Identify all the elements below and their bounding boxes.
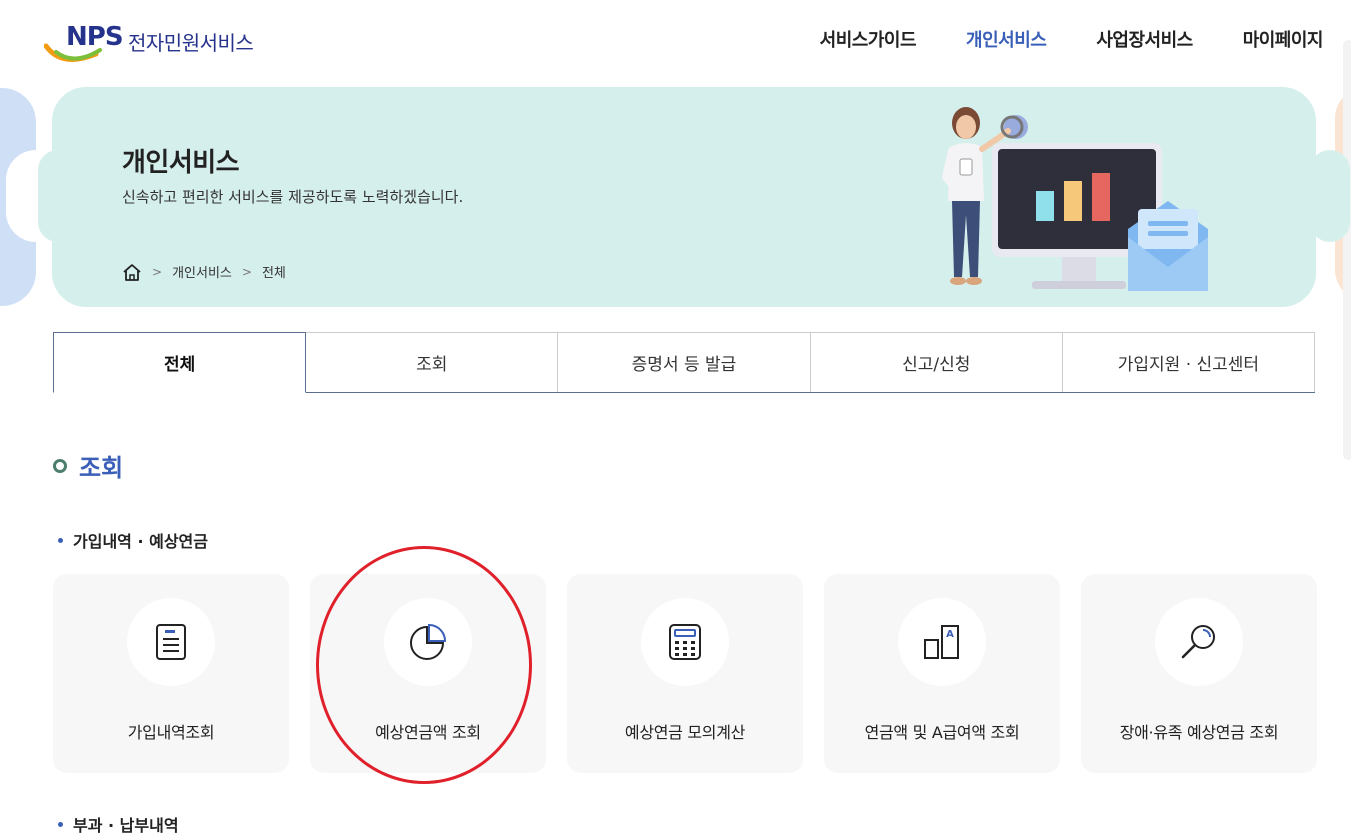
page-title: 개인서비스: [122, 148, 240, 178]
scroll-shade: [1343, 40, 1351, 460]
section-title: 조회: [53, 448, 123, 483]
site-header: NPS 전자민원서비스 서비스가이드 개인서비스 사업장서비스 마이페이지: [0, 0, 1351, 80]
card-label: 연금액 및 A급여액 조회: [864, 723, 1020, 742]
card-enrollment-history[interactable]: 가입내역조회: [53, 574, 289, 773]
banner-bump-right: [1310, 150, 1350, 242]
card-icon-circle: [384, 598, 472, 686]
breadcrumb-separator-icon: >: [152, 264, 163, 279]
subsection-bullet-icon: [58, 821, 63, 827]
card-icon-circle: [127, 598, 215, 686]
subsection-bullet-icon: [58, 537, 63, 543]
section-bullet-icon: [53, 458, 67, 473]
nav-business-service[interactable]: 사업장서비스: [1096, 26, 1193, 52]
breadcrumb-item-all: 전체: [261, 266, 286, 281]
nav-my-page[interactable]: 마이페이지: [1243, 26, 1324, 52]
magnifier-icon: [1181, 625, 1215, 659]
subsection-title: 가입내역 · 예상연금: [58, 528, 208, 552]
breadcrumb-item-personal[interactable]: 개인서비스: [172, 262, 232, 281]
banner-illustration: [941, 107, 1208, 291]
card-pension-simulation[interactable]: 예상연금 모의계산: [567, 574, 803, 773]
svg-text:A: A: [946, 629, 954, 640]
home-icon[interactable]: [122, 263, 142, 281]
page-banner: 개인서비스 신속하고 편리한 서비스를 제공하도록 노력하겠습니다. > 개인서…: [52, 87, 1316, 307]
nps-logo[interactable]: NPS 전자민원서비스: [44, 22, 254, 66]
global-nav: 서비스가이드 개인서비스 사업장서비스 마이페이지: [820, 26, 1324, 52]
tab-all[interactable]: 전체: [53, 332, 307, 393]
card-icon-circle: [1155, 598, 1243, 686]
card-label: 장애·유족 예상연금 조회: [1119, 723, 1279, 742]
card-disability-survivor-pension[interactable]: 장애·유족 예상연금 조회: [1081, 574, 1317, 773]
document-icon: [156, 624, 186, 660]
card-icon-circle: A: [898, 598, 986, 686]
tab-certificate-issue[interactable]: 증명서 등 발급: [558, 332, 811, 392]
subsection-title-text: 가입내역 · 예상연금: [73, 532, 208, 551]
card-label: 예상연금액 조회: [375, 723, 481, 742]
next-subsection-text: 부과 · 납부내역: [73, 816, 179, 835]
card-label: 가입내역조회: [127, 723, 215, 742]
nav-personal-service[interactable]: 개인서비스: [966, 26, 1047, 52]
card-pension-a-benefit[interactable]: A 연금액 및 A급여액 조회: [824, 574, 1060, 773]
card-expected-pension[interactable]: 예상연금액 조회: [310, 574, 546, 773]
pie-chart-icon: [410, 623, 447, 660]
breadcrumb-separator-icon: >: [241, 264, 252, 279]
card-label: 예상연금 모의계산: [624, 723, 746, 742]
breadcrumb: > 개인서비스 > 전체: [122, 262, 286, 281]
calculator-icon: [669, 624, 701, 660]
section-title-text: 조회: [79, 454, 124, 482]
tab-support-center[interactable]: 가입지원 · 신고센터: [1062, 332, 1316, 392]
compare-a-icon: A: [924, 625, 959, 659]
tab-report-apply[interactable]: 신고/신청: [810, 332, 1063, 392]
logo-nps-text: NPS: [66, 22, 124, 52]
logo-service-text: 전자민원서비스: [128, 31, 254, 55]
page-subtitle: 신속하고 편리한 서비스를 제공하도록 노력하겠습니다.: [122, 188, 464, 206]
nps-logo-mark: NPS: [44, 22, 132, 66]
category-tabs: 전체 조회 증명서 등 발급 신고/신청 가입지원 · 신고센터: [53, 332, 1316, 393]
service-card-list: 가입내역조회 예상연금액 조회 예상연금 모의계산 A 연금액 및 A급여액 조…: [53, 574, 1317, 773]
next-subsection-title: 부과 · 납부내역: [58, 812, 179, 836]
tab-inquiry[interactable]: 조회: [306, 332, 559, 392]
card-icon-circle: [641, 598, 729, 686]
nav-service-guide[interactable]: 서비스가이드: [820, 26, 917, 52]
